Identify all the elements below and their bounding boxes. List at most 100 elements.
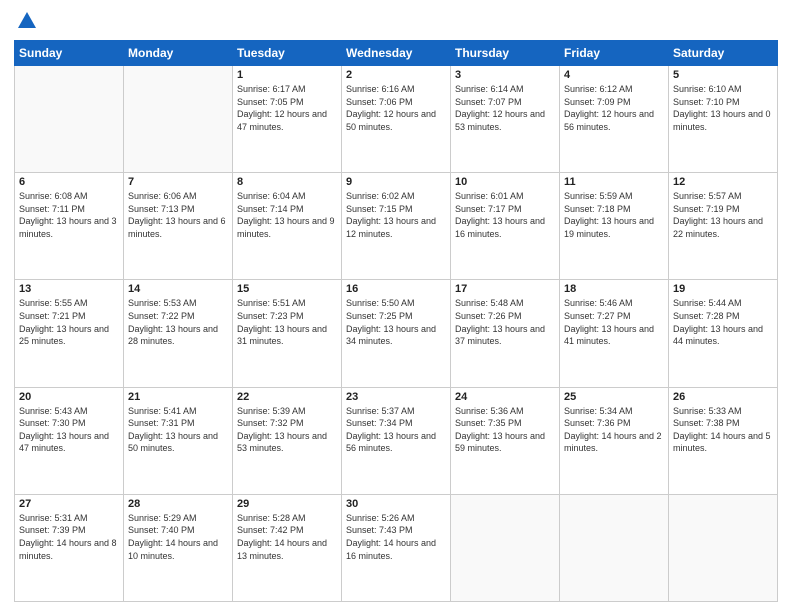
calendar-cell — [669, 494, 778, 601]
calendar-cell: 5Sunrise: 6:10 AM Sunset: 7:10 PM Daylig… — [669, 66, 778, 173]
calendar-cell: 20Sunrise: 5:43 AM Sunset: 7:30 PM Dayli… — [15, 387, 124, 494]
day-number: 22 — [237, 391, 337, 403]
calendar-cell — [560, 494, 669, 601]
day-info: Sunrise: 6:08 AM Sunset: 7:11 PM Dayligh… — [19, 190, 119, 240]
day-info: Sunrise: 5:34 AM Sunset: 7:36 PM Dayligh… — [564, 405, 664, 455]
calendar-week-row: 27 Sunrise: 5:31 AM Sunset: 7:39 PM Dayli… — [15, 494, 778, 601]
day-number: 21 — [128, 391, 228, 403]
day-number: 23 — [346, 391, 446, 403]
calendar-cell: 13 Sunrise: 5:55 AM Sunset: 7:21 PM Dayli… — [15, 280, 124, 387]
day-number: 2 — [346, 69, 446, 81]
calendar-header-saturday: Saturday — [669, 41, 778, 66]
calendar-cell: 1 Sunrise: 6:17 AM Sunset: 7:05 PM Daylig… — [233, 66, 342, 173]
day-info: Sunrise: 5:29 AM Sunset: 7:40 PM Dayligh… — [128, 512, 228, 562]
calendar-cell: 9 Sunrise: 6:02 AM Sunset: 7:15 PM Daylig… — [342, 173, 451, 280]
day-number: 25 — [564, 391, 664, 403]
day-info: Sunrise: 5:39 AM Sunset: 7:32 PM Dayligh… — [237, 405, 337, 455]
day-info: Sunrise: 6:10 AM Sunset: 7:10 PM Dayligh… — [673, 83, 773, 133]
day-number: 14 — [128, 283, 228, 295]
day-info: Sunrise: 6:12 AM Sunset: 7:09 PM Dayligh… — [564, 83, 664, 133]
day-number: 11 — [564, 176, 664, 188]
day-number: 3 — [455, 69, 555, 81]
day-info: Sunrise: 5:53 AM Sunset: 7:22 PM Dayligh… — [128, 297, 228, 347]
day-info: Sunrise: 5:31 AM Sunset: 7:39 PM Dayligh… — [19, 512, 119, 562]
calendar-cell: 30 Sunrise: 5:26 AM Sunset: 7:43 PM Dayli… — [342, 494, 451, 601]
day-number: 1 — [237, 69, 337, 81]
calendar-cell: 21 Sunrise: 5:41 AM Sunset: 7:31 PM Dayli… — [124, 387, 233, 494]
day-number: 19 — [673, 283, 773, 295]
day-info: Sunrise: 5:26 AM Sunset: 7:43 PM Dayligh… — [346, 512, 446, 562]
calendar-cell: 22 Sunrise: 5:39 AM Sunset: 7:32 PM Dayli… — [233, 387, 342, 494]
day-info: Sunrise: 6:02 AM Sunset: 7:15 PM Dayligh… — [346, 190, 446, 240]
day-info: Sunrise: 6:17 AM Sunset: 7:05 PM Dayligh… — [237, 83, 337, 133]
day-number: 27 — [19, 498, 119, 510]
calendar-cell: 6 Sunrise: 6:08 AM Sunset: 7:11 PM Daylig… — [15, 173, 124, 280]
calendar-cell: 18Sunrise: 5:46 AM Sunset: 7:27 PM Dayli… — [560, 280, 669, 387]
day-info: Sunrise: 5:44 AM Sunset: 7:28 PM Dayligh… — [673, 297, 773, 347]
day-info: Sunrise: 6:01 AM Sunset: 7:17 PM Dayligh… — [455, 190, 555, 240]
day-number: 10 — [455, 176, 555, 188]
day-info: Sunrise: 5:50 AM Sunset: 7:25 PM Dayligh… — [346, 297, 446, 347]
calendar-cell: 8 Sunrise: 6:04 AM Sunset: 7:14 PM Daylig… — [233, 173, 342, 280]
day-number: 16 — [346, 283, 446, 295]
day-number: 9 — [346, 176, 446, 188]
day-info: Sunrise: 6:04 AM Sunset: 7:14 PM Dayligh… — [237, 190, 337, 240]
day-info: Sunrise: 5:33 AM Sunset: 7:38 PM Dayligh… — [673, 405, 773, 455]
calendar-cell: 4Sunrise: 6:12 AM Sunset: 7:09 PM Daylig… — [560, 66, 669, 173]
calendar-header-monday: Monday — [124, 41, 233, 66]
day-info: Sunrise: 5:51 AM Sunset: 7:23 PM Dayligh… — [237, 297, 337, 347]
calendar-cell — [124, 66, 233, 173]
day-number: 26 — [673, 391, 773, 403]
calendar-header-friday: Friday — [560, 41, 669, 66]
day-info: Sunrise: 6:14 AM Sunset: 7:07 PM Dayligh… — [455, 83, 555, 133]
calendar-week-row: 13 Sunrise: 5:55 AM Sunset: 7:21 PM Dayli… — [15, 280, 778, 387]
calendar-cell: 3 Sunrise: 6:14 AM Sunset: 7:07 PM Daylig… — [451, 66, 560, 173]
day-info: Sunrise: 5:28 AM Sunset: 7:42 PM Dayligh… — [237, 512, 337, 562]
day-number: 28 — [128, 498, 228, 510]
day-number: 13 — [19, 283, 119, 295]
calendar-cell: 23 Sunrise: 5:37 AM Sunset: 7:34 PM Dayli… — [342, 387, 451, 494]
calendar-header-wednesday: Wednesday — [342, 41, 451, 66]
calendar-week-row: 1 Sunrise: 6:17 AM Sunset: 7:05 PM Daylig… — [15, 66, 778, 173]
day-number: 6 — [19, 176, 119, 188]
day-number: 15 — [237, 283, 337, 295]
calendar-cell: 17 Sunrise: 5:48 AM Sunset: 7:26 PM Dayli… — [451, 280, 560, 387]
day-number: 17 — [455, 283, 555, 295]
calendar-cell — [451, 494, 560, 601]
day-number: 30 — [346, 498, 446, 510]
day-info: Sunrise: 6:16 AM Sunset: 7:06 PM Dayligh… — [346, 83, 446, 133]
calendar-cell — [15, 66, 124, 173]
day-info: Sunrise: 5:36 AM Sunset: 7:35 PM Dayligh… — [455, 405, 555, 455]
day-info: Sunrise: 5:37 AM Sunset: 7:34 PM Dayligh… — [346, 405, 446, 455]
day-number: 7 — [128, 176, 228, 188]
day-info: Sunrise: 5:55 AM Sunset: 7:21 PM Dayligh… — [19, 297, 119, 347]
day-info: Sunrise: 5:43 AM Sunset: 7:30 PM Dayligh… — [19, 405, 119, 455]
calendar-cell: 11 Sunrise: 5:59 AM Sunset: 7:18 PM Dayli… — [560, 173, 669, 280]
logo — [14, 10, 38, 32]
day-number: 12 — [673, 176, 773, 188]
day-info: Sunrise: 6:06 AM Sunset: 7:13 PM Dayligh… — [128, 190, 228, 240]
calendar-week-row: 6 Sunrise: 6:08 AM Sunset: 7:11 PM Daylig… — [15, 173, 778, 280]
calendar-cell: 7 Sunrise: 6:06 AM Sunset: 7:13 PM Daylig… — [124, 173, 233, 280]
calendar-cell: 16 Sunrise: 5:50 AM Sunset: 7:25 PM Dayli… — [342, 280, 451, 387]
logo-icon — [16, 10, 38, 32]
calendar-cell: 2 Sunrise: 6:16 AM Sunset: 7:06 PM Daylig… — [342, 66, 451, 173]
calendar-cell: 19 Sunrise: 5:44 AM Sunset: 7:28 PM Dayli… — [669, 280, 778, 387]
day-info: Sunrise: 5:57 AM Sunset: 7:19 PM Dayligh… — [673, 190, 773, 240]
day-number: 8 — [237, 176, 337, 188]
calendar-cell: 12 Sunrise: 5:57 AM Sunset: 7:19 PM Dayli… — [669, 173, 778, 280]
header — [14, 10, 778, 32]
calendar-cell: 10 Sunrise: 6:01 AM Sunset: 7:17 PM Dayli… — [451, 173, 560, 280]
calendar-cell: 25 Sunrise: 5:34 AM Sunset: 7:36 PM Dayli… — [560, 387, 669, 494]
calendar-header-sunday: Sunday — [15, 41, 124, 66]
day-number: 29 — [237, 498, 337, 510]
day-info: Sunrise: 5:59 AM Sunset: 7:18 PM Dayligh… — [564, 190, 664, 240]
day-number: 24 — [455, 391, 555, 403]
calendar-week-row: 20Sunrise: 5:43 AM Sunset: 7:30 PM Dayli… — [15, 387, 778, 494]
day-info: Sunrise: 5:48 AM Sunset: 7:26 PM Dayligh… — [455, 297, 555, 347]
calendar-table: SundayMondayTuesdayWednesdayThursdayFrid… — [14, 40, 778, 602]
day-number: 18 — [564, 283, 664, 295]
calendar-header-tuesday: Tuesday — [233, 41, 342, 66]
day-info: Sunrise: 5:41 AM Sunset: 7:31 PM Dayligh… — [128, 405, 228, 455]
calendar-cell: 29 Sunrise: 5:28 AM Sunset: 7:42 PM Dayli… — [233, 494, 342, 601]
